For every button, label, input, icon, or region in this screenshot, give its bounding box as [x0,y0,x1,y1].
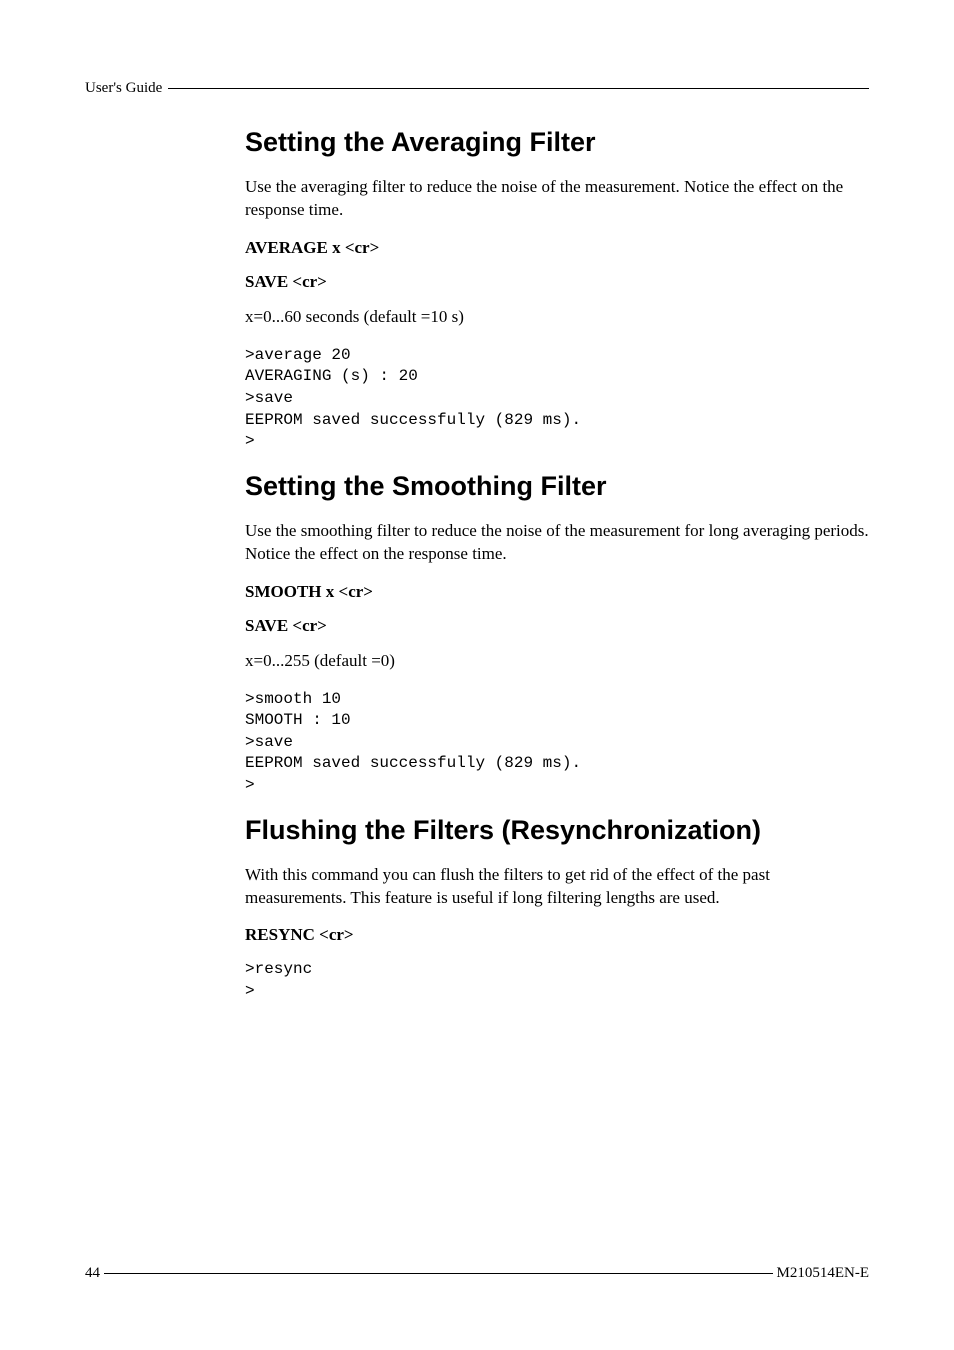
averaging-code-block: >average 20 AVERAGING (s) : 20 >save EEP… [245,345,869,453]
page-header: User's Guide [85,80,869,97]
smoothing-code-block: >smooth 10 SMOOTH : 10 >save EEPROM save… [245,689,869,797]
averaging-intro: Use the averaging filter to reduce the n… [245,176,869,222]
footer-rule [104,1273,773,1274]
section-title-smoothing: Setting the Smoothing Filter [245,471,869,502]
averaging-cmd-save: SAVE <cr> [245,272,869,292]
document-id: M210514EN-E [777,1265,870,1282]
section-title-averaging: Setting the Averaging Filter [245,127,869,158]
smoothing-cmd-smooth: SMOOTH x <cr> [245,582,869,602]
smoothing-range: x=0...255 (default =0) [245,650,869,673]
averaging-range: x=0...60 seconds (default =10 s) [245,306,869,329]
smoothing-intro: Use the smoothing filter to reduce the n… [245,520,869,566]
page-number: 44 [85,1265,100,1282]
section-title-flushing: Flushing the Filters (Resynchronization) [245,815,869,846]
header-rule [168,88,869,89]
header-label: User's Guide [85,80,162,97]
averaging-cmd-average: AVERAGE x <cr> [245,238,869,258]
flushing-code-block: >resync > [245,959,869,1002]
smoothing-cmd-save: SAVE <cr> [245,616,869,636]
page-footer: 44 M210514EN-E [85,1265,869,1282]
flushing-cmd-resync: RESYNC <cr> [245,925,869,945]
flushing-intro: With this command you can flush the filt… [245,864,869,910]
content-area: Setting the Averaging Filter Use the ave… [245,127,869,1003]
